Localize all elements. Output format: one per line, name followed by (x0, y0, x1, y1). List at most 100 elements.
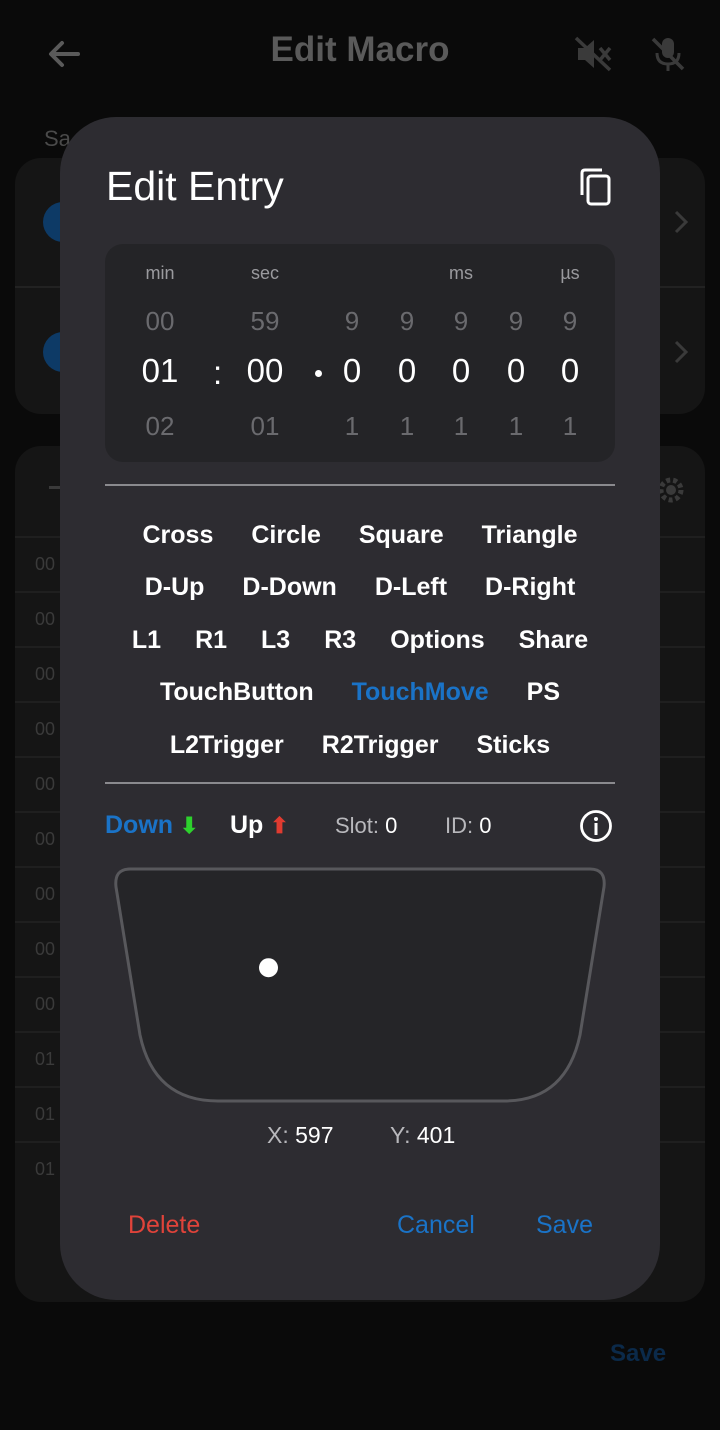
row-time-prefix: 00 (35, 664, 56, 684)
copy-icon[interactable] (578, 167, 612, 207)
time-colon: : (213, 354, 223, 391)
y-label: Y: (390, 1122, 411, 1148)
dialog-title: Edit Entry (106, 163, 284, 209)
id-value: 0 (479, 813, 492, 838)
row-time-prefix: 01 (35, 1049, 56, 1069)
row-time-prefix: 00 (35, 719, 56, 739)
square-button[interactable]: Square (359, 521, 444, 550)
row-time-prefix: 00 (35, 554, 56, 574)
l2trigger-button[interactable]: L2Trigger (170, 731, 284, 760)
us-digit-2-prev-value[interactable]: 9 (563, 306, 577, 337)
row-time-prefix: 00 (35, 939, 56, 959)
ms-digit-3-selected-value[interactable]: 0 (452, 352, 470, 390)
volume-mute-icon[interactable] (572, 34, 614, 74)
d-right-button[interactable]: D-Right (485, 573, 575, 602)
touch-point[interactable] (259, 958, 278, 978)
row-time-prefix: 00 (35, 774, 56, 794)
slot-selector[interactable]: Slot: 0 (335, 813, 397, 839)
y-value: 401 (416, 1122, 456, 1148)
us-digit-2-selected-value[interactable]: 0 (561, 352, 579, 390)
top-app-bar: Edit Macro (0, 0, 720, 110)
up-arrow-icon: ⬆ (270, 813, 289, 838)
triangle-button[interactable]: Triangle (482, 521, 578, 550)
x-value: 597 (295, 1122, 334, 1148)
button-row: L2Trigger R2Trigger Sticks (105, 719, 615, 772)
l3-button[interactable]: L3 (261, 626, 290, 655)
options-button[interactable]: Options (390, 626, 484, 655)
background-save-button[interactable]: Save (610, 1340, 666, 1368)
ms-digit-3-next-value[interactable]: 1 (454, 411, 468, 442)
touch-controls-row: Down ⬇ Up ⬆ Slot: 0 ID: 0 (105, 809, 615, 849)
cancel-button[interactable]: Cancel (397, 1211, 475, 1240)
millisecond-header: ms (449, 263, 473, 283)
ms-digit-2-selected-value[interactable]: 0 (398, 352, 416, 390)
divider (105, 484, 615, 486)
x-label: X: (267, 1122, 289, 1148)
mic-off-icon[interactable] (648, 34, 688, 74)
sticks-button[interactable]: Sticks (476, 731, 550, 760)
circle-button[interactable]: Circle (251, 521, 320, 550)
r1-button[interactable]: R1 (195, 626, 227, 655)
y-coordinate: Y: 401 (390, 1122, 455, 1149)
second-prev-value[interactable]: 59 (251, 306, 280, 337)
touchpad-area[interactable] (114, 865, 606, 1105)
r3-button[interactable]: R3 (324, 626, 356, 655)
slot-label: Slot: (335, 813, 380, 838)
ms-digit-1-selected-value[interactable]: 0 (343, 352, 361, 390)
ms-digit-1-prev-value[interactable]: 9 (345, 306, 359, 337)
button-row: Cross Circle Square Triangle (105, 509, 615, 562)
row-time-prefix: 00 (35, 829, 56, 849)
divider (105, 782, 615, 784)
button-row: L1 R1 L3 R3 Options Share (105, 614, 615, 667)
us-digit-1-selected-value[interactable]: 0 (507, 352, 525, 390)
time-decimal-point (315, 370, 322, 377)
ms-digit-2-prev-value[interactable]: 9 (400, 306, 414, 337)
up-button[interactable]: Up ⬆ (230, 811, 289, 840)
chevron-right-icon[interactable] (670, 338, 694, 366)
minute-next-value[interactable]: 02 (146, 411, 175, 442)
ps-button[interactable]: PS (527, 678, 560, 707)
slot-value: 0 (385, 813, 398, 838)
d-up-button[interactable]: D-Up (145, 573, 205, 602)
touchbutton-button[interactable]: TouchButton (160, 678, 314, 707)
id-label: ID: (445, 813, 474, 838)
us-digit-1-prev-value[interactable]: 9 (509, 306, 523, 337)
delete-button[interactable]: Delete (128, 1211, 200, 1240)
d-down-button[interactable]: D-Down (242, 573, 336, 602)
down-arrow-icon: ⬇ (180, 813, 199, 838)
up-label: Up (230, 811, 264, 839)
minute-prev-value[interactable]: 00 (146, 306, 175, 337)
x-coordinate: X: 597 (267, 1122, 334, 1149)
cross-button[interactable]: Cross (143, 521, 214, 550)
microsecond-header: µs (560, 263, 580, 283)
l1-button[interactable]: L1 (132, 626, 161, 655)
row-time-prefix: 00 (35, 609, 56, 629)
ms-digit-3-prev-value[interactable]: 9 (454, 306, 468, 337)
save-button[interactable]: Save (536, 1211, 593, 1240)
r2trigger-button[interactable]: R2Trigger (322, 731, 439, 760)
row-time-prefix: 01 (35, 1159, 56, 1179)
button-grid: Cross Circle Square Triangle D-Up D-Down D-Lef… (105, 509, 615, 772)
second-selected-value[interactable]: 00 (247, 352, 284, 390)
touchmove-button[interactable]: TouchMove (352, 678, 489, 707)
ms-digit-2-next-value[interactable]: 1 (400, 411, 414, 442)
info-icon[interactable] (579, 809, 613, 843)
us-digit-2-next-value[interactable]: 1 (563, 411, 577, 442)
share-button[interactable]: Share (519, 626, 588, 655)
us-digit-1-next-value[interactable]: 1 (509, 411, 523, 442)
id-selector[interactable]: ID: 0 (445, 813, 492, 839)
row-time-prefix: 01 (35, 1104, 56, 1124)
minute-selected-value[interactable]: 01 (142, 352, 179, 390)
button-row: TouchButton TouchMove PS (105, 667, 615, 720)
edit-entry-dialog: Edit Entry min sec ms µs : 00 01 02 59 00 01 9… (60, 117, 660, 1300)
down-button[interactable]: Down ⬇ (105, 811, 198, 840)
minute-header: min (145, 263, 175, 283)
ms-digit-1-next-value[interactable]: 1 (345, 411, 359, 442)
touch-coordinates: X: 597 Y: 401 (60, 1122, 660, 1152)
second-header: sec (250, 263, 280, 283)
row-time-prefix: 00 (35, 994, 56, 1014)
d-left-button[interactable]: D-Left (375, 573, 447, 602)
chevron-right-icon[interactable] (670, 208, 694, 236)
time-picker[interactable]: min sec ms µs : 00 01 02 59 00 01 9 0 1 9 0 1 9 0 1 9 0 1… (105, 244, 615, 462)
second-next-value[interactable]: 01 (251, 411, 280, 442)
